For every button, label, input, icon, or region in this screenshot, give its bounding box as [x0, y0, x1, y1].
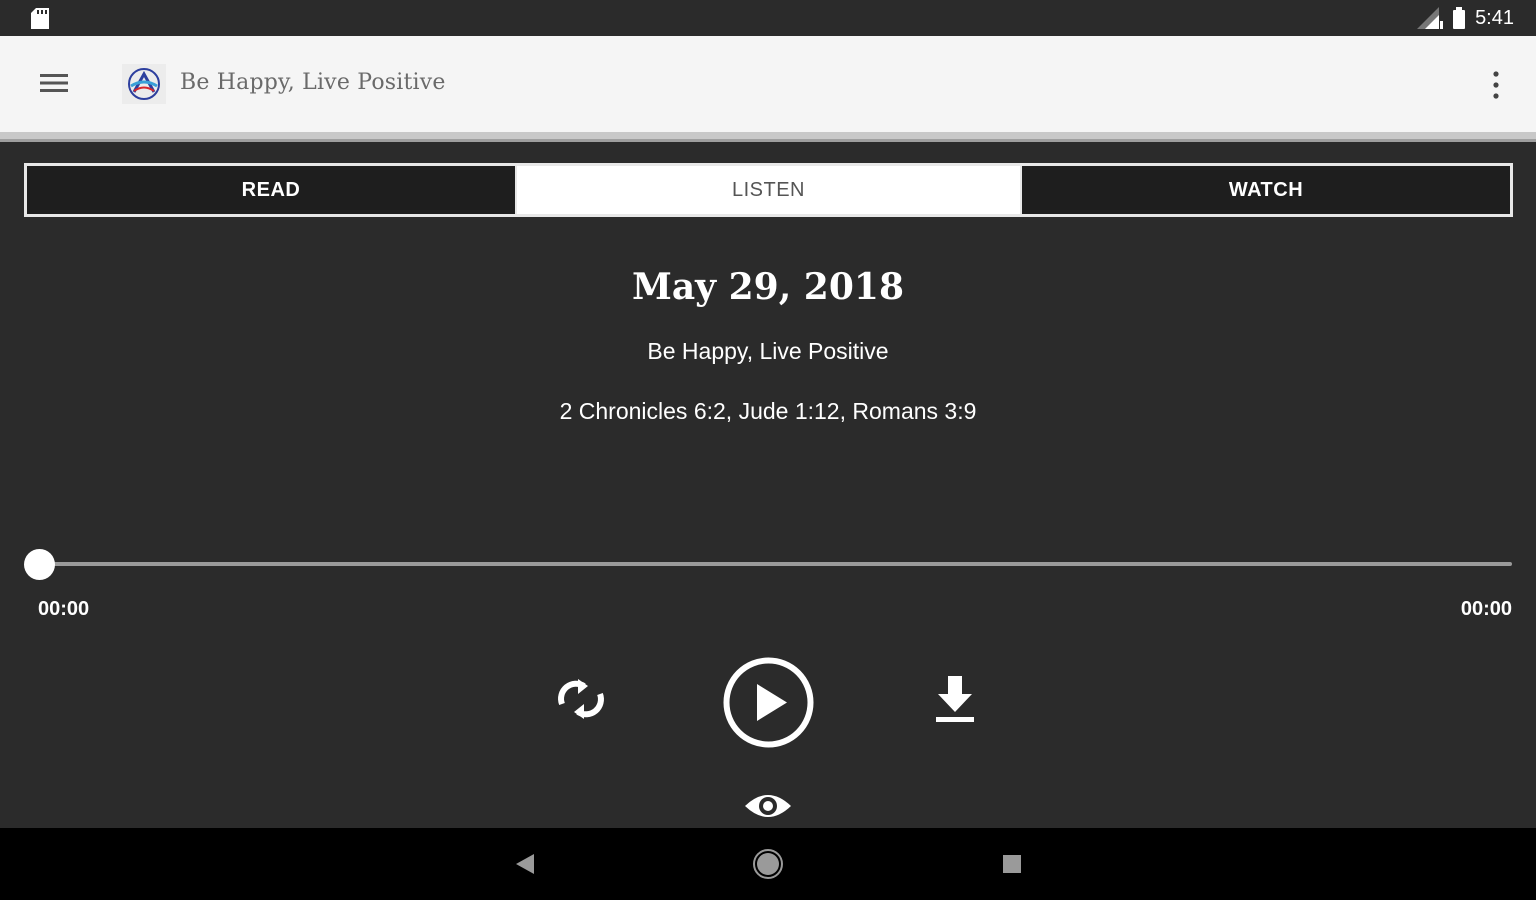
- total-time: 00:00: [1460, 598, 1512, 620]
- logo-icon: [122, 64, 166, 104]
- seek-thumb[interactable]: [24, 549, 55, 580]
- eye-icon[interactable]: [743, 790, 793, 822]
- tab-read[interactable]: READ: [27, 166, 517, 214]
- status-icons: 5:41: [1415, 6, 1514, 30]
- status-bar: 5:41: [0, 0, 1536, 36]
- current-time: 00:00: [38, 598, 90, 620]
- tab-watch[interactable]: WATCH: [1020, 166, 1510, 214]
- devotional-title: Be Happy, Live Positive: [647, 338, 889, 364]
- recents-icon[interactable]: [1002, 854, 1022, 874]
- seek-bar[interactable]: [40, 562, 1512, 566]
- menu-icon[interactable]: [38, 70, 70, 96]
- app-title: Be Happy, Live Positive: [180, 70, 446, 95]
- download-icon[interactable]: [932, 674, 978, 724]
- screen: 5:41 Be Happy, Live Positive READ LISTEN…: [0, 0, 1536, 900]
- home-icon[interactable]: [752, 848, 784, 880]
- signal-icon: [1417, 7, 1444, 29]
- repeat-icon[interactable]: [554, 676, 608, 722]
- app-bar-shadow: [0, 132, 1536, 142]
- navigation-bar: [0, 828, 1536, 900]
- app-bar: Be Happy, Live Positive: [0, 36, 1536, 132]
- scripture-references: 2 Chronicles 6:2, Jude 1:12, Romans 3:9: [559, 398, 977, 424]
- status-clock: 5:41: [1475, 6, 1514, 29]
- more-vert-icon[interactable]: [1490, 70, 1502, 100]
- devotional-date: May 29, 2018: [632, 266, 904, 308]
- sd-card-icon: [31, 8, 49, 29]
- battery-icon: [1453, 7, 1466, 29]
- tab-bar: READ LISTEN WATCH: [24, 163, 1513, 217]
- tab-listen[interactable]: LISTEN: [517, 166, 1020, 214]
- play-icon[interactable]: [722, 656, 815, 749]
- back-icon[interactable]: [514, 852, 536, 876]
